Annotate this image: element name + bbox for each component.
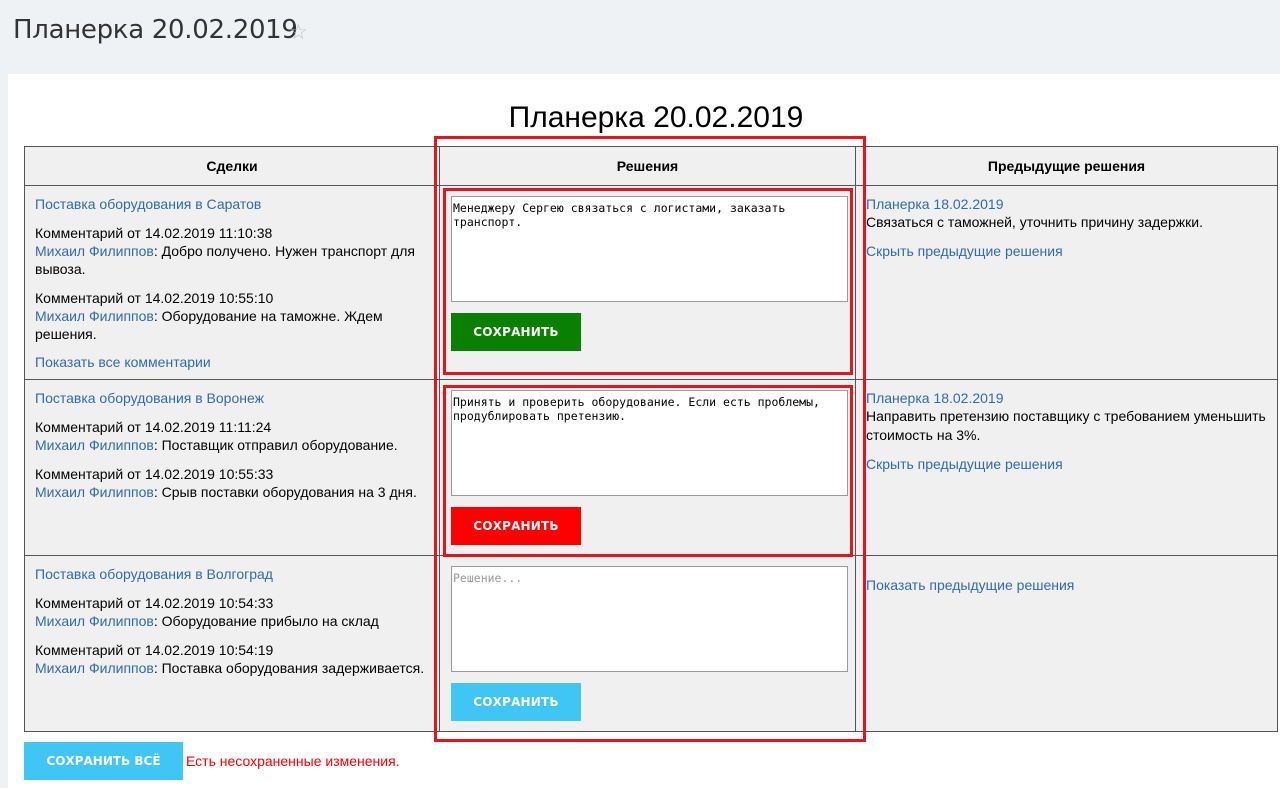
favorite-star-icon[interactable]: ☆ — [289, 20, 308, 44]
deal-cell: Поставка оборудования в Воронеж Коммента… — [24, 379, 440, 556]
comment-author-link[interactable]: Михаил Филиппов — [35, 243, 154, 259]
decision-input[interactable] — [451, 196, 848, 302]
comment-author-link[interactable]: Михаил Филиппов — [35, 484, 154, 500]
decision-cell: СОХРАНИТЬ — [439, 555, 856, 732]
comment-author-link[interactable]: Михаил Филиппов — [35, 660, 154, 676]
comment: Комментарий от 14.02.2019 10:54:19 Михаи… — [35, 641, 439, 677]
decision-cell: СОХРАНИТЬ — [439, 379, 856, 556]
page-header: Планерка 20.02.2019 ☆ — [0, 0, 1280, 74]
comment-meta: Комментарий от 14.02.2019 10:55:33 — [35, 466, 274, 482]
deal-cell: Поставка оборудования в Саратов Коммента… — [24, 185, 440, 380]
comment: Комментарий от 14.02.2019 10:55:33 Михаи… — [35, 465, 439, 501]
decision-cell: СОХРАНИТЬ — [439, 185, 856, 380]
comment-text: : Поставщик отправил оборудование. — [153, 437, 398, 453]
save-decision-button[interactable]: СОХРАНИТЬ — [451, 507, 581, 545]
comment-author-link[interactable]: Михаил Филиппов — [35, 308, 154, 324]
comment: Комментарий от 14.02.2019 11:10:38 Михаи… — [35, 224, 439, 278]
hide-previous-decisions-link[interactable]: Скрыть предыдущие решения — [866, 243, 1277, 260]
deal-link[interactable]: Поставка оборудования в Волгоград — [35, 566, 439, 583]
comment-meta: Комментарий от 14.02.2019 10:55:10 — [35, 290, 274, 306]
previous-decision-cell: Показать предыдущие решения — [855, 555, 1278, 732]
previous-decision-text: Направить претензию поставщику с требова… — [866, 408, 1266, 443]
meeting-table: Сделки Решения Предыдущие решения Постав… — [24, 146, 1278, 732]
comment-meta: Комментарий от 14.02.2019 11:11:24 — [35, 419, 272, 435]
deal-link[interactable]: Поставка оборудования в Саратов — [35, 196, 439, 213]
decision-input[interactable] — [451, 390, 848, 496]
previous-decision-cell: Планерка 18.02.2019 Связаться с таможней… — [855, 185, 1278, 380]
previous-decision-text: Связаться с таможней, уточнить причину з… — [866, 214, 1203, 230]
previous-decision-cell: Планерка 18.02.2019 Направить претензию … — [855, 379, 1278, 556]
comment-text: : Срыв поставки оборудования на 3 дня. — [153, 484, 417, 500]
unsaved-changes-warning: Есть несохраненные изменения. — [186, 753, 400, 769]
comment: Комментарий от 14.02.2019 10:54:33 Михаи… — [35, 594, 439, 630]
save-decision-button[interactable]: СОХРАНИТЬ — [451, 683, 581, 721]
comment-meta: Комментарий от 14.02.2019 10:54:33 — [35, 595, 274, 611]
meeting-title: Планерка 20.02.2019 — [508, 101, 804, 134]
column-header-deals: Сделки — [24, 146, 440, 186]
save-all-button[interactable]: СОХРАНИТЬ ВСЁ — [24, 742, 183, 780]
show-all-comments-link[interactable]: Показать все комментарии — [35, 354, 439, 371]
previous-meeting-link[interactable]: Планерка 18.02.2019 — [866, 390, 1277, 407]
comment-author-link[interactable]: Михаил Филиппов — [35, 613, 154, 629]
page-title: Планерка 20.02.2019 — [13, 15, 298, 45]
comment: Комментарий от 14.02.2019 10:55:10 Михаи… — [35, 289, 439, 343]
table-row: Поставка оборудования в Волгоград Коммен… — [24, 555, 1278, 732]
previous-meeting-link[interactable]: Планерка 18.02.2019 — [866, 196, 1277, 213]
show-previous-decisions-link[interactable]: Показать предыдущие решения — [866, 577, 1277, 594]
hide-previous-decisions-link[interactable]: Скрыть предыдущие решения — [866, 456, 1277, 473]
deal-cell: Поставка оборудования в Волгоград Коммен… — [24, 555, 440, 732]
column-header-decisions: Решения — [439, 146, 856, 186]
table-row: Поставка оборудования в Воронеж Коммента… — [24, 379, 1278, 556]
save-decision-button[interactable]: СОХРАНИТЬ — [451, 313, 581, 351]
column-header-previous-decisions: Предыдущие решения — [855, 146, 1278, 186]
comment: Комментарий от 14.02.2019 11:11:24 Михаи… — [35, 418, 439, 454]
table-header-row: Сделки Решения Предыдущие решения — [24, 146, 1278, 186]
comment-author-link[interactable]: Михаил Филиппов — [35, 437, 154, 453]
meeting-content: Планерка 20.02.2019 Сделки Решения Преды… — [8, 74, 1280, 788]
comment-meta: Комментарий от 14.02.2019 10:54:19 — [35, 642, 274, 658]
deal-link[interactable]: Поставка оборудования в Воронеж — [35, 390, 439, 407]
comment-meta: Комментарий от 14.02.2019 11:10:38 — [35, 225, 273, 241]
decision-input[interactable] — [451, 566, 848, 672]
comment-text: : Поставка оборудования задерживается. — [153, 660, 425, 676]
table-row: Поставка оборудования в Саратов Коммента… — [24, 185, 1278, 380]
comment-text: : Оборудование прибыло на склад — [153, 613, 379, 629]
